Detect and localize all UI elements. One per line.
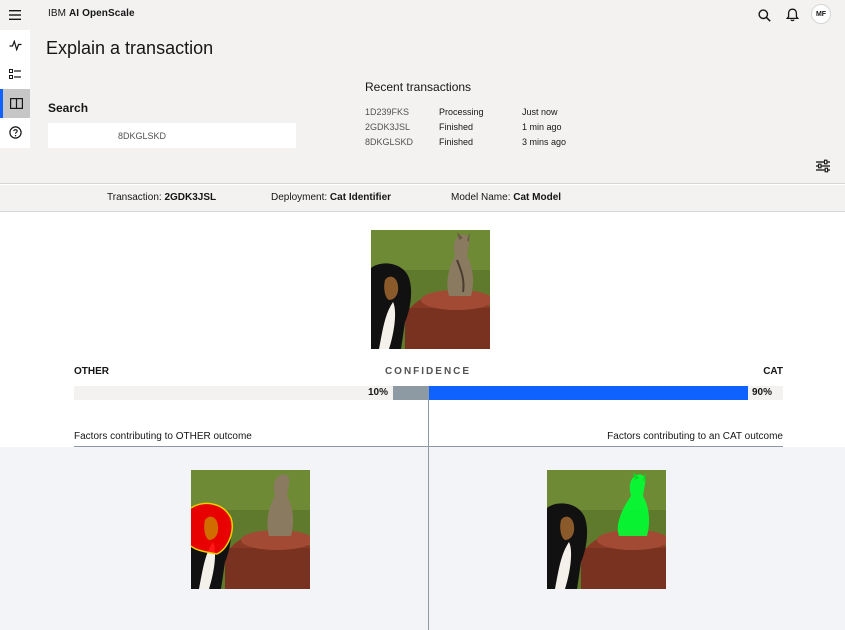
- recent-transaction-row[interactable]: 8DKGLSKD Finished 3 mins ago: [365, 137, 625, 151]
- transaction-status: Processing: [439, 107, 484, 117]
- model-info: Model Name: Cat Model: [451, 192, 561, 203]
- other-label: OTHER: [74, 366, 109, 377]
- search-icon[interactable]: [753, 4, 775, 26]
- cat-label: CAT: [763, 366, 783, 377]
- notification-icon[interactable]: [781, 4, 803, 26]
- other-confidence-bar: [393, 386, 428, 400]
- transaction-value: 2GDK3JSL: [164, 192, 217, 203]
- settings-adjust-icon[interactable]: [812, 156, 834, 176]
- factors-panel: [0, 447, 845, 630]
- help-icon[interactable]: [0, 118, 30, 147]
- transaction-id: 1D239FKS: [365, 107, 410, 117]
- brand-ibm: IBM: [48, 8, 67, 19]
- search-label: Search: [48, 101, 89, 115]
- confidence-label: CONFIDENCE: [384, 366, 472, 377]
- list-checked-icon[interactable]: [0, 60, 30, 89]
- avatar[interactable]: MF: [811, 4, 831, 24]
- header-bar: IBM AI OpenScale MF: [0, 0, 845, 30]
- brand[interactable]: IBM AI OpenScale: [48, 8, 135, 19]
- deployment-info: Deployment: Cat Identifier: [271, 192, 391, 203]
- page-title: Explain a transaction: [46, 38, 214, 58]
- cat-confidence-bar: [429, 386, 748, 400]
- transaction-label: Transaction:: [107, 192, 162, 203]
- search-input[interactable]: [48, 123, 296, 148]
- menu-icon[interactable]: [0, 0, 30, 30]
- recent-transaction-row[interactable]: 2GDK3JSL Finished 1 min ago: [365, 122, 625, 136]
- transaction-status: Finished: [439, 122, 474, 132]
- cat-explanation-image: [547, 470, 666, 589]
- explain-icon[interactable]: [0, 89, 30, 118]
- center-divider: [428, 386, 429, 630]
- transaction-status: Finished: [439, 137, 474, 147]
- recent-transactions-title: Recent transactions: [365, 80, 472, 94]
- model-label: Model Name:: [451, 192, 511, 203]
- recent-transaction-row[interactable]: 1D239FKS Processing Just now: [365, 107, 625, 121]
- transaction-id: 8DKGLSKD: [365, 137, 414, 147]
- transaction-info: Transaction: 2GDK3JSL: [107, 192, 216, 203]
- model-value: Cat Model: [513, 192, 562, 203]
- input-image: [371, 230, 490, 349]
- activity-icon[interactable]: [0, 31, 30, 60]
- transaction-info-bar: Transaction: 2GDK3JSL Deployment: Cat Id…: [0, 185, 845, 212]
- transaction-time: 3 mins ago: [522, 137, 567, 147]
- transaction-id: 2GDK3JSL: [365, 122, 411, 132]
- deployment-value: Cat Identifier: [329, 192, 392, 203]
- other-confidence-value: 10%: [367, 387, 388, 398]
- transaction-time: 1 min ago: [522, 122, 562, 132]
- cat-confidence-value: 90%: [752, 387, 773, 398]
- deployment-label: Deployment:: [271, 192, 328, 203]
- transaction-time: Just now: [522, 107, 558, 117]
- left-rail: [0, 30, 30, 148]
- brand-product: AI OpenScale: [68, 8, 135, 19]
- factors-cat-heading: Factors contributing to an CAT outcome: [607, 431, 783, 442]
- other-explanation-image: [191, 470, 310, 589]
- factors-other-heading: Factors contributing to OTHER outcome: [74, 431, 252, 442]
